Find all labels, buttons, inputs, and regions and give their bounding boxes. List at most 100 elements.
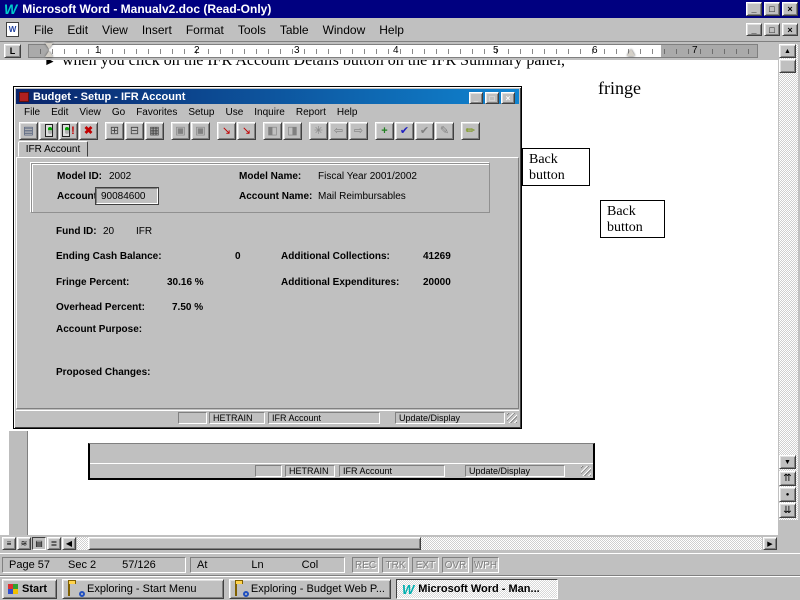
restore-button[interactable]: □ [764,2,780,16]
exclaim-icon: ! [71,125,75,137]
fund-kind-value: IFR [136,226,152,237]
budget-close-button[interactable]: × [501,92,515,104]
forward-arrow-icon: ⇨ [354,124,363,137]
menu-tools[interactable]: Tools [231,20,273,40]
screenshot-fragment-left [8,431,28,535]
prev-panel-button[interactable]: ◧ [263,122,282,140]
web-layout-view-button[interactable]: ≋ [17,537,31,550]
ruler-number: 4 [393,45,399,56]
account-input[interactable]: 90084600 [96,188,158,204]
task-label: Microsoft Word - Man... [418,583,539,595]
forward-button[interactable]: ⇨ [349,122,368,140]
previous-page-button[interactable]: ⇈ [779,471,796,486]
budget-title: Budget - Setup - IFR Account [33,91,185,103]
proposed-changes-label: Proposed Changes: [56,367,150,378]
budget-menu-help[interactable]: Help [337,107,358,118]
doc-text-fringe: fringe [598,78,641,99]
additional-collections-value: 41269 [423,251,451,262]
next-panel-button[interactable]: ◨ [283,122,302,140]
menu-view[interactable]: View [95,20,135,40]
run-button[interactable] [39,122,58,140]
ruler-number: 2 [194,45,200,56]
horizontal-scroll-thumb[interactable] [88,537,421,550]
run-alert-button[interactable]: ! [59,122,78,140]
budget-restore-button[interactable]: □ [485,92,499,104]
menu-table[interactable]: Table [273,20,316,40]
edit-button[interactable]: ✎ [435,122,454,140]
taskbar-button-exploring-1[interactable]: Exploring - Start Menu [62,579,224,599]
menu-window[interactable]: Window [316,20,373,40]
budget-window-screenshot[interactable]: Budget - Setup - IFR Account _ □ × File … [14,87,521,428]
menu-insert[interactable]: Insert [135,20,179,40]
grid-view-button[interactable]: ▦ [145,122,164,140]
goto-row-button[interactable]: ↘ [217,122,236,140]
add-button[interactable]: + [375,122,394,140]
next-page-button[interactable]: ⇊ [779,503,796,518]
taskbar-button-word[interactable]: W Microsoft Word - Man... [396,579,558,599]
budget-minimize-button[interactable]: _ [469,92,483,104]
spell-button[interactable]: ✎ [461,122,480,140]
close-button[interactable]: × [782,2,798,16]
vertical-scroll-thumb[interactable] [779,59,796,73]
paste-panel-button[interactable]: ▣ [191,122,210,140]
ruler-number: 6 [592,45,598,56]
document-icon[interactable]: W [6,22,19,37]
budget-menu-edit[interactable]: Edit [51,107,68,118]
vertical-scrollbar[interactable]: ▲ ▼ ⇈ ● ⇊ [779,44,798,520]
trk-indicator[interactable]: TRK [382,557,409,573]
process-button[interactable]: ✳ [309,122,328,140]
delete-button[interactable]: ✖ [79,122,98,140]
tab-selector[interactable]: L [4,44,21,58]
grid-icon: ▦ [149,124,159,137]
ovr-indicator[interactable]: OVR [442,557,469,573]
outline-view-button[interactable]: ≣ [47,537,61,550]
ruler: L 1 2 3 4 5 6 7 [0,42,778,60]
tab-ifr-account[interactable]: IFR Account [18,141,88,157]
budget-menu-use[interactable]: Use [225,107,243,118]
menu-edit[interactable]: Edit [60,20,95,40]
wph-indicator[interactable]: WPH [472,557,499,573]
menu-file[interactable]: File [27,20,60,40]
normal-view-button[interactable]: ≡ [2,537,16,550]
delete-row-button[interactable]: ⊟ [125,122,144,140]
doc-minimize-button[interactable]: _ [746,23,762,36]
window-title: Microsoft Word - Manualv2.doc (Read-Only… [22,2,271,16]
print-layout-view-button[interactable]: ▤ [32,537,46,550]
resize-grip[interactable] [507,413,517,423]
budget-menu-favorites[interactable]: Favorites [136,107,177,118]
ok-button[interactable]: ✔ [395,122,414,140]
document-page[interactable]: ► when you click on the IFR Account Deta… [0,60,778,535]
select-browse-object-button[interactable]: ● [779,487,796,502]
model-name-value: Fiscal Year 2001/2002 [318,171,417,182]
scroll-up-button[interactable]: ▲ [779,44,796,58]
apply-button[interactable]: ✔ [415,122,434,140]
start-button[interactable]: Start [2,579,57,599]
menu-help[interactable]: Help [372,20,411,40]
scroll-right-button[interactable]: ▶ [763,537,777,550]
minimize-button[interactable]: _ [746,2,762,16]
indent-marker-left[interactable] [45,43,53,59]
screenshot-fragment[interactable]: HETRAIN IFR Account Update/Display [88,443,595,480]
goto-panel-button[interactable]: ↘ [237,122,256,140]
additional-expenditures-label: Additional Expenditures: [281,277,399,288]
budget-menu-setup[interactable]: Setup [188,107,214,118]
budget-menu-file[interactable]: File [24,107,40,118]
scroll-left-button[interactable]: ◀ [62,537,76,550]
taskbar-button-exploring-2[interactable]: Exploring - Budget Web P... [229,579,391,599]
budget-menu-view[interactable]: View [79,107,101,118]
budget-menu-go[interactable]: Go [112,107,125,118]
menu-format[interactable]: Format [179,20,231,40]
callout-text: Back [607,204,658,220]
budget-menu-inquire[interactable]: Inquire [254,107,285,118]
scroll-down-button[interactable]: ▼ [779,455,796,469]
copy-panel-button[interactable]: ▣ [171,122,190,140]
back-button[interactable]: ⇦ [329,122,348,140]
indent-marker-right[interactable] [627,49,635,56]
budget-menu-report[interactable]: Report [296,107,326,118]
ext-indicator[interactable]: EXT [412,557,439,573]
insert-row-button[interactable]: ⊞ [105,122,124,140]
save-button[interactable]: ▤ [19,122,38,140]
rec-indicator[interactable]: REC [352,557,379,573]
doc-close-button[interactable]: × [782,23,798,36]
doc-restore-button[interactable]: □ [764,23,780,36]
